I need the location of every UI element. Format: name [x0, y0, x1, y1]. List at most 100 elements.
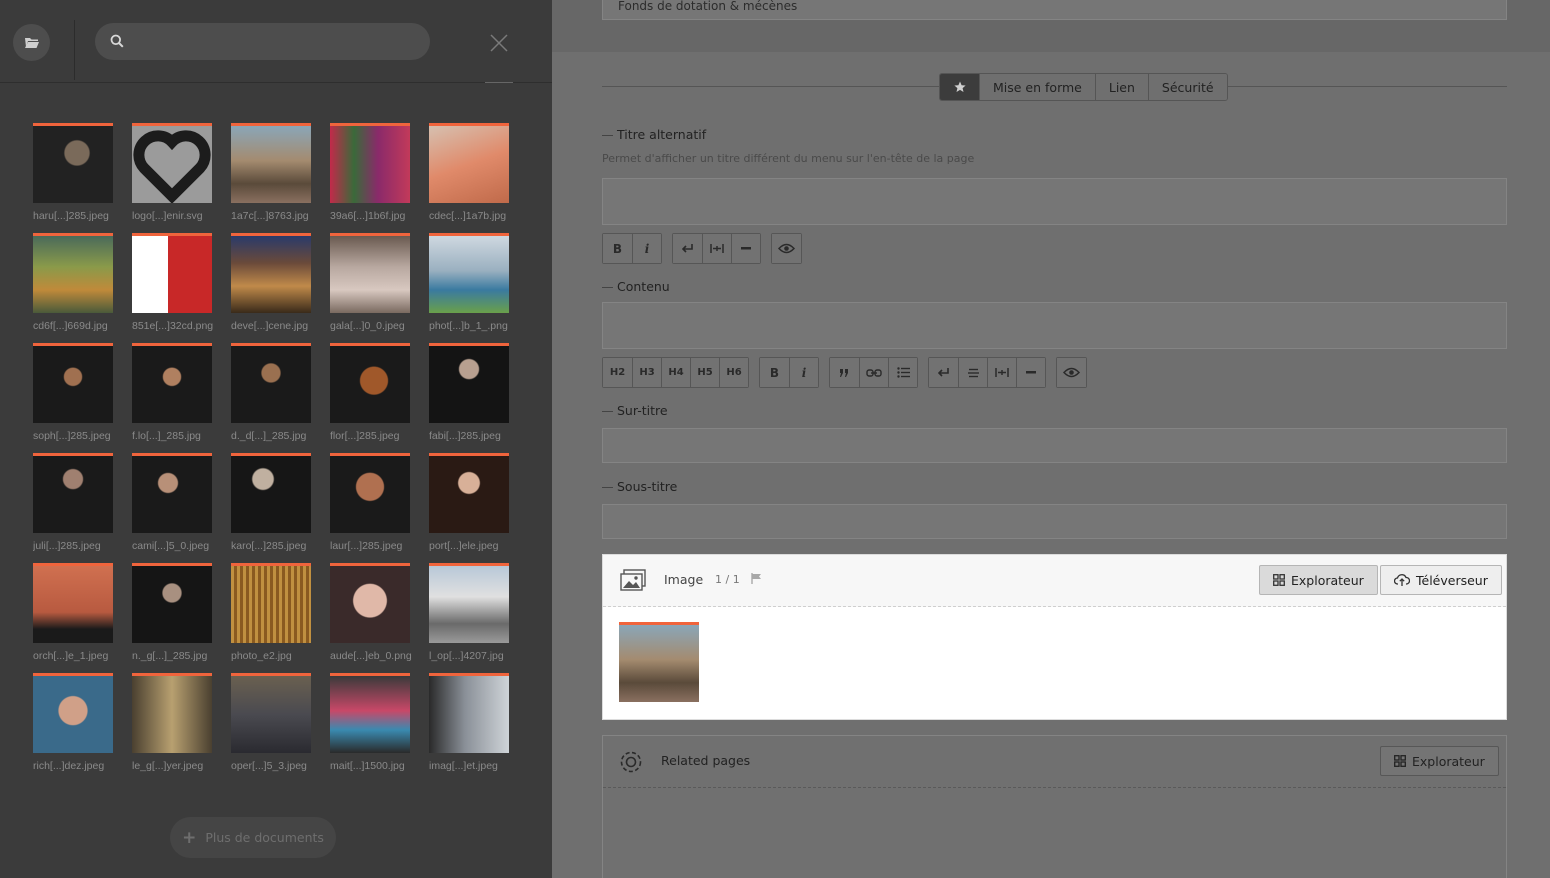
- document-thumbnail[interactable]: logo[...]enir.svg: [132, 123, 212, 222]
- document-thumbnail[interactable]: le_g[...]yer.jpeg: [132, 673, 212, 772]
- preview-group: [771, 233, 802, 264]
- bold-button[interactable]: B: [603, 234, 632, 263]
- search-input[interactable]: [135, 23, 415, 60]
- document-thumbnail[interactable]: l_op[...]4207.jpg: [429, 563, 509, 662]
- document-thumbnail[interactable]: deve[...]cene.jpg: [231, 233, 311, 332]
- hyphen-button[interactable]: [731, 234, 760, 263]
- preview-group: [1056, 357, 1087, 388]
- document-thumbnail[interactable]: soph[...]285.jpeg: [33, 343, 113, 442]
- h4-button[interactable]: H4: [661, 358, 690, 387]
- document-thumbnail[interactable]: aude[...]eb_0.png: [330, 563, 412, 662]
- italic-button[interactable]: i: [789, 358, 818, 387]
- document-thumbnail[interactable]: d._d[...]_285.jpg: [231, 343, 311, 442]
- line-break-button[interactable]: [929, 358, 958, 387]
- document-filename: laur[...]285.jpeg: [330, 540, 403, 552]
- h5-button[interactable]: H5: [690, 358, 719, 387]
- alt-title-label: Titre alternatif: [602, 127, 706, 142]
- upload-button[interactable]: Téléverseur: [1380, 565, 1502, 595]
- related-explorer-label: Explorateur: [1412, 753, 1485, 769]
- document-thumbnail[interactable]: imag[...]et.jpeg: [429, 673, 509, 772]
- explorer-button[interactable]: Explorateur: [1259, 565, 1378, 595]
- document-filename: soph[...]285.jpeg: [33, 430, 111, 442]
- document-thumbnail[interactable]: n._g[...]_285.jpg: [132, 563, 212, 662]
- document-thumbnail[interactable]: 1a7c[...]8763.jpg: [231, 123, 311, 222]
- italic-button[interactable]: i: [632, 234, 661, 263]
- preview-button[interactable]: [1057, 358, 1086, 387]
- more-documents-label: Plus de documents: [205, 830, 324, 845]
- line-break-button[interactable]: [673, 234, 702, 263]
- document-thumbnail[interactable]: phot[...]b_1_.png: [429, 233, 509, 332]
- grid-icon: [1273, 574, 1285, 586]
- document-thumbnail[interactable]: orch[...]e_1.jpeg: [33, 563, 113, 662]
- tab-main[interactable]: [940, 74, 979, 100]
- h2-button[interactable]: H2: [603, 358, 632, 387]
- close-drawer-button[interactable]: [489, 33, 509, 53]
- folder-button[interactable]: [13, 24, 50, 61]
- document-thumbnail[interactable]: haru[...]285.jpeg: [33, 123, 113, 222]
- document-thumbnail[interactable]: cami[...]5_0.jpeg: [132, 453, 212, 552]
- document-filename: l_op[...]4207.jpg: [429, 650, 504, 662]
- document-thumbnail[interactable]: rich[...]dez.jpeg: [33, 673, 113, 772]
- subtitle-input[interactable]: [602, 504, 1507, 539]
- document-thumbnail[interactable]: karo[...]285.jpeg: [231, 453, 311, 552]
- bold-button[interactable]: B: [760, 358, 789, 387]
- subtitle-label-text: Sous-titre: [617, 479, 678, 494]
- surtitle-input[interactable]: [602, 428, 1507, 463]
- hyphen-button[interactable]: [1016, 358, 1045, 387]
- nbsp-button[interactable]: [702, 234, 731, 263]
- document-thumbnail[interactable]: laur[...]285.jpeg: [330, 453, 410, 552]
- insert-group: [928, 357, 1046, 388]
- document-thumbnail[interactable]: juli[...]285.jpeg: [33, 453, 113, 552]
- document-thumbnail[interactable]: flor[...]285.jpeg: [330, 343, 410, 442]
- block-group: [829, 357, 918, 388]
- document-thumbnail[interactable]: 39a6[...]1b6f.jpg: [330, 123, 410, 222]
- strikethrough-button[interactable]: [958, 358, 987, 387]
- document-thumbnail[interactable]: cd6f[...]669d.jpg: [33, 233, 113, 332]
- related-explorer-button[interactable]: Explorateur: [1380, 746, 1499, 776]
- folder-icon: [24, 38, 39, 48]
- list-button[interactable]: [888, 358, 917, 387]
- tab-formatting[interactable]: Mise en forme: [979, 74, 1095, 100]
- document-filename: d._d[...]_285.jpg: [231, 430, 307, 442]
- top-field[interactable]: Fonds de dotation & mécènes: [602, 0, 1507, 20]
- page-editor: Fonds de dotation & mécènes Mise en form…: [552, 0, 1550, 878]
- search-bar[interactable]: [95, 23, 430, 60]
- document-thumbnail[interactable]: gala[...]0_0.jpeg: [330, 233, 410, 332]
- image-block-title: Image: [664, 572, 704, 587]
- link-button[interactable]: [859, 358, 888, 387]
- h3-button[interactable]: H3: [632, 358, 661, 387]
- tab-security[interactable]: Sécurité: [1147, 74, 1227, 100]
- close-underline: [485, 82, 513, 83]
- document-filename: 1a7c[...]8763.jpg: [231, 210, 309, 222]
- minus-icon: [741, 247, 751, 250]
- document-thumbnail[interactable]: 851e[...]32cd.png: [132, 233, 213, 332]
- label-dash: [602, 135, 613, 136]
- label-dash: [602, 411, 613, 412]
- document-filename: phot[...]b_1_.png: [429, 320, 508, 332]
- document-thumbnail[interactable]: photo_e2.jpg: [231, 563, 311, 662]
- document-thumbnail[interactable]: mait[...]1500.jpg: [330, 673, 410, 772]
- preview-button[interactable]: [772, 234, 801, 263]
- selected-image-thumbnail[interactable]: [619, 622, 699, 702]
- content-toolbar: H2 H3 H4 H5 H6 B i: [602, 357, 1097, 388]
- more-documents-button[interactable]: + Plus de documents: [170, 817, 336, 858]
- tab-link[interactable]: Lien: [1094, 74, 1148, 100]
- cloud-upload-icon: [1394, 574, 1410, 586]
- document-filename: karo[...]285.jpeg: [231, 540, 307, 552]
- quote-button[interactable]: [830, 358, 859, 387]
- grid-icon: [1394, 755, 1406, 767]
- content-input[interactable]: [602, 302, 1507, 349]
- insert-group: [672, 233, 761, 264]
- document-filename: photo_e2.jpg: [231, 650, 292, 662]
- nbsp-button[interactable]: [987, 358, 1016, 387]
- h6-button[interactable]: H6: [719, 358, 748, 387]
- document-filename: 39a6[...]1b6f.jpg: [330, 210, 406, 222]
- document-grid: haru[...]285.jpeg logo[...]enir.svg 1a7c…: [33, 123, 523, 772]
- document-thumbnail[interactable]: cdec[...]1a7b.jpg: [429, 123, 509, 222]
- document-thumbnail[interactable]: oper[...]5_3.jpeg: [231, 673, 311, 772]
- eye-icon: [778, 243, 795, 254]
- document-thumbnail[interactable]: port[...]ele.jpeg: [429, 453, 509, 552]
- document-thumbnail[interactable]: fabi[...]285.jpeg: [429, 343, 509, 442]
- alt-title-input[interactable]: [602, 178, 1507, 225]
- document-thumbnail[interactable]: f.lo[...]_285.jpg: [132, 343, 212, 442]
